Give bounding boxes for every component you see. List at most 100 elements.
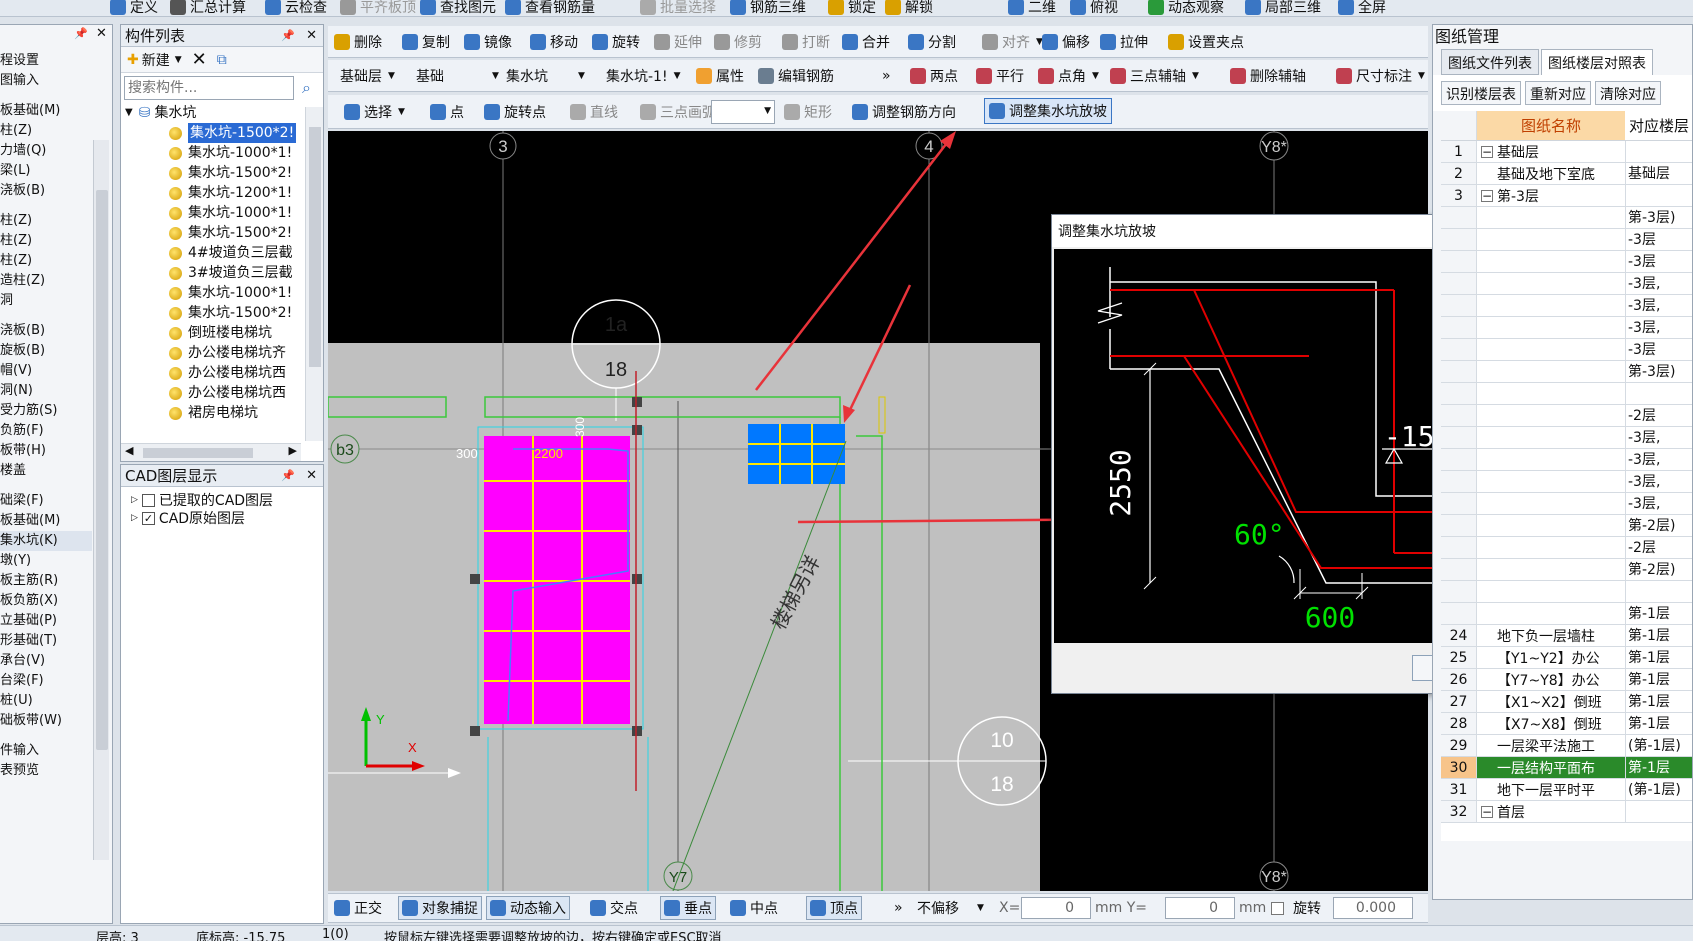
snap-tool-5[interactable]: 尺寸标注 ▼ (1336, 64, 1425, 88)
left-nav-item[interactable]: 洞(N) (0, 381, 92, 401)
top-tool-0[interactable]: 定义 (110, 0, 158, 17)
top-tool-4[interactable]: 查找图元 (420, 0, 496, 17)
floor-map-row[interactable]: 29 一层梁平法施工 (第-1层) (1441, 735, 1692, 757)
floor-map-row[interactable]: 30 一层结构平面布 第-1层 (1441, 757, 1692, 779)
col-drawing-name[interactable]: 图纸名称 (1477, 111, 1625, 140)
top-tool-10[interactable]: 二维 (1008, 0, 1056, 17)
top-tool-2[interactable]: 云检查 (265, 0, 327, 17)
left-nav-item[interactable]: 桩(U) (0, 691, 92, 711)
snap-mode-3[interactable]: 交点 (590, 896, 638, 920)
edit-tool-0[interactable]: 删除 (334, 30, 382, 54)
floor-map-row[interactable]: -3层, (1441, 273, 1692, 295)
tree-item[interactable]: 集水坑-1500*2! (125, 303, 323, 323)
left-nav-item[interactable]: 柱(Z) (0, 251, 92, 271)
left-nav-item[interactable]: 件输入 (0, 741, 92, 761)
left-nav-item[interactable]: 表预览 (0, 761, 92, 781)
left-nav-item[interactable]: 板基础(M) (0, 511, 92, 531)
floor-map-row[interactable]: 24 地下负一层墙柱 第-1层 (1441, 625, 1692, 647)
snap-mode-5[interactable]: 中点 (730, 896, 778, 920)
close-icon[interactable]: ✕ (306, 468, 317, 483)
left-nav-item[interactable]: 立基础(P) (0, 611, 92, 631)
top-tool-9[interactable]: 解锁 (885, 0, 933, 17)
category-select[interactable]: 集水坑 ▼ (506, 64, 585, 88)
left-nav-item[interactable]: 础梁(F) (0, 491, 92, 511)
snap-tool-2[interactable]: 点角 ▼ (1038, 64, 1099, 88)
collapse-icon[interactable]: − (1481, 145, 1493, 158)
property-button[interactable]: 属性 (696, 64, 744, 88)
tab-floor-map[interactable]: 图纸楼层对照表 (1541, 49, 1653, 75)
floor-map-row[interactable]: -3层, (1441, 317, 1692, 339)
edit-tool-5[interactable]: 延伸 (654, 30, 702, 54)
draw-tool-6[interactable]: 调整钢筋方向 (852, 100, 956, 124)
draw-tool-3[interactable]: 直线 (570, 100, 618, 124)
tree-item[interactable]: 集水坑-1500*2! (125, 223, 323, 243)
copy-icon[interactable]: ⧉ (217, 52, 227, 68)
sump-pit-right[interactable] (748, 424, 845, 484)
pin-icon[interactable]: 📌 (281, 469, 295, 482)
floor-map-row[interactable]: -3层, (1441, 427, 1692, 449)
floor-map-row[interactable]: 26 【Y7~Y8】办公 第-1层 (1441, 669, 1692, 691)
tree-hscroll[interactable]: ◀ ▶ (121, 443, 301, 461)
tree-item[interactable]: 4#坡道负三层截 (125, 243, 323, 263)
left-nav-item[interactable]: 浇板(B) (0, 321, 92, 341)
floor-map-row[interactable]: 31 地下一层平时平 (第-1层) (1441, 779, 1692, 801)
tree-vscroll[interactable] (305, 107, 323, 441)
top-tool-1[interactable]: 汇总计算 (170, 0, 246, 17)
cad-layer-original[interactable]: ▷ ✓ CAD原始图层 (131, 509, 323, 527)
new-button[interactable]: ✚ 新建 ▼ (127, 50, 182, 70)
edit-tool-13[interactable]: 设置夹点 (1168, 30, 1244, 54)
draw-tool-7[interactable]: 调整集水坑放坡 (984, 98, 1112, 124)
left-nav-item[interactable]: 柱(Z) (0, 121, 92, 141)
left-nav-item[interactable]: 础板带(W) (0, 711, 92, 731)
tree-item[interactable]: 集水坑-1000*1! (125, 143, 323, 163)
floor-map-row[interactable]: 第-3层) (1441, 361, 1692, 383)
floor-map-row[interactable]: 第-2层) (1441, 559, 1692, 581)
left-nav-item[interactable]: 板主筋(R) (0, 571, 92, 591)
tab-drawing-files[interactable]: 图纸文件列表 (1441, 49, 1539, 75)
type-select[interactable]: 基础 ▼ (416, 64, 499, 88)
edit-tool-11[interactable]: 偏移 (1042, 30, 1090, 54)
floor-map-row[interactable]: -3层 (1441, 339, 1692, 361)
left-nav-item[interactable]: 台梁(F) (0, 671, 92, 691)
edit-tool-8[interactable]: 合并 (842, 30, 890, 54)
search-input[interactable] (124, 76, 294, 100)
draw-tool-5[interactable]: 矩形 (784, 100, 832, 124)
floor-map-row[interactable]: -3层 (1441, 229, 1692, 251)
left-nav-item[interactable]: 集水坑(K) (0, 531, 92, 551)
left-nav-item[interactable]: 板带(H) (0, 441, 92, 461)
x-input[interactable]: 0 (1021, 897, 1091, 919)
left-nav-item[interactable]: 楼盖 (0, 461, 92, 481)
left-nav-item[interactable]: 承台(V) (0, 651, 92, 671)
tree-item[interactable]: 集水坑-1500*2! (125, 123, 323, 143)
draw-tool-1[interactable]: 点 (430, 100, 464, 124)
floor-map-row[interactable]: 25 【Y1~Y2】办公 第-1层 (1441, 647, 1692, 669)
floor-map-row[interactable]: -3层, (1441, 493, 1692, 515)
floor-map-row[interactable]: 32− 首层 (1441, 801, 1692, 823)
left-nav-item[interactable]: 柱(Z) (0, 231, 92, 251)
left-nav-item[interactable]: 受力筋(S) (0, 401, 92, 421)
tree-item[interactable]: 集水坑-1000*1! (125, 203, 323, 223)
pin-icon[interactable]: 📌 (281, 29, 295, 42)
col-floor[interactable]: 对应楼层 (1625, 111, 1692, 140)
left-nav-item[interactable]: 力墙(Q) (0, 141, 92, 161)
floor-map-row[interactable]: 第-3层) (1441, 207, 1692, 229)
cad-layer-extracted[interactable]: ▷ 已提取的CAD图层 (131, 491, 323, 509)
snap-mode-6[interactable]: 顶点 (806, 896, 862, 920)
snap-tool-1[interactable]: 平行 (976, 64, 1024, 88)
collapse-icon[interactable]: − (1481, 189, 1493, 202)
floor-map-row[interactable]: -3层, (1441, 295, 1692, 317)
tree-item[interactable]: 集水坑-1500*2! (125, 163, 323, 183)
tree-item[interactable]: 办公楼电梯坑西 (125, 363, 323, 383)
top-tool-12[interactable]: 动态观察 (1148, 0, 1224, 17)
edit-tool-4[interactable]: 旋转 (592, 30, 640, 54)
edit-tool-9[interactable]: 分割 (908, 30, 956, 54)
left-nav-item[interactable]: 墩(Y) (0, 551, 92, 571)
edit-tool-1[interactable]: 复制 (402, 30, 450, 54)
tree-item[interactable]: 3#坡道负三层截 (125, 263, 323, 283)
top-tool-14[interactable]: 全屏 (1338, 0, 1386, 17)
more-icon[interactable]: » (894, 896, 903, 920)
draw-tool-2[interactable]: 旋转点 (484, 100, 546, 124)
floor-select[interactable]: 基础层 ▼ (340, 64, 395, 88)
floor-map-row[interactable]: 27 【X1~X2】倒班 第-1层 (1441, 691, 1692, 713)
search-icon[interactable]: ⌕ (302, 78, 311, 98)
